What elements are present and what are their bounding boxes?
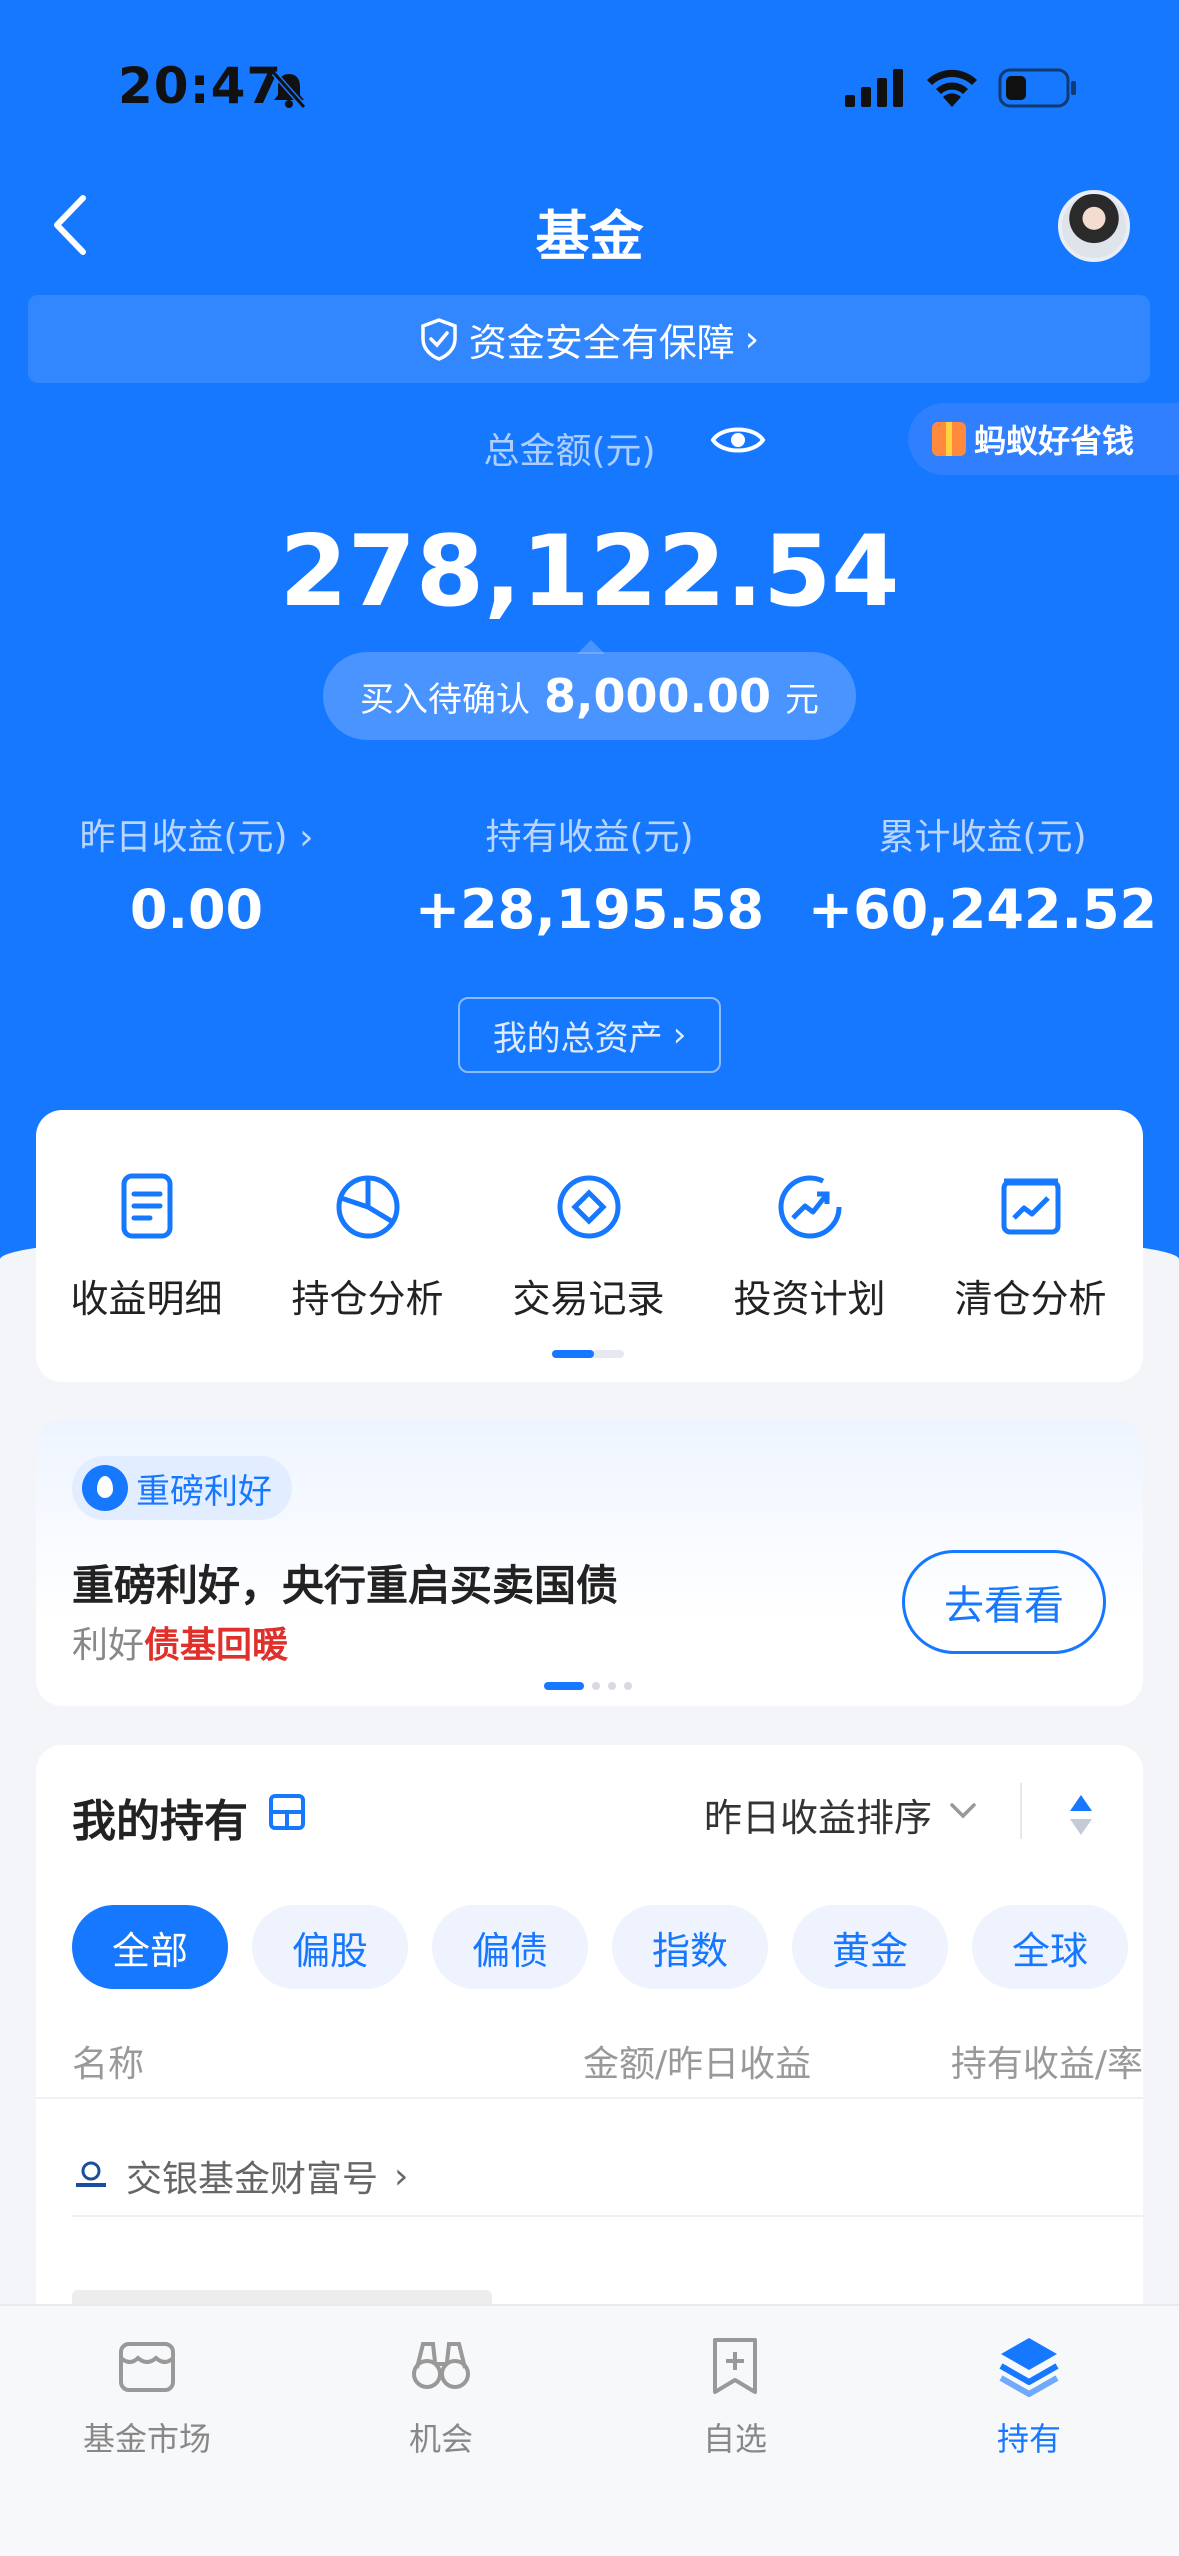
tab-holdings[interactable]: 持有 [882, 2330, 1176, 2460]
stat-value: +28,195.58 [414, 878, 765, 941]
holdings-title: 我的持有 [72, 1796, 248, 1847]
divider [72, 2215, 1143, 2217]
news-title: 重磅利好，央行重启买卖国债 [72, 1561, 619, 1610]
column-amount: 金额/昨日收益 [583, 2044, 812, 2085]
chip-bond[interactable]: 偏债 [432, 1905, 588, 1989]
pending-label: 买入待确认 [360, 679, 530, 720]
tab-label: 基金市场 [82, 2420, 211, 2458]
document-icon [121, 1173, 172, 1239]
news-tag: 重磅利好 [72, 1456, 292, 1520]
func-investment-plan[interactable]: 投资计划 [699, 1170, 920, 1323]
func-label: 清仓分析 [954, 1277, 1107, 1321]
filter-chips: 全部 偏股 偏债 指数 黄金 全球 [72, 1905, 1143, 1991]
stat-label: 昨日收益(元) [79, 817, 288, 858]
avatar[interactable] [1058, 190, 1130, 262]
news-highlight: 债基回暖 [144, 1625, 289, 1666]
news-tag-label: 重磅利好 [136, 1471, 272, 1512]
company-label: 交银基金财富号 [126, 2159, 379, 2200]
tab-label: 自选 [702, 2420, 767, 2458]
market-icon [119, 2342, 175, 2392]
column-return: 持有收益/率 [950, 2044, 1143, 2085]
shield-check-icon [421, 318, 457, 361]
chip-equity[interactable]: 偏股 [252, 1905, 408, 1989]
status-bar: 20:47 [0, 55, 1179, 125]
function-page-indicator [552, 1350, 624, 1358]
pie-chart-icon [336, 1175, 399, 1239]
bookmark-plus-icon [713, 2338, 757, 2394]
news-card[interactable]: 重磅利好 重磅利好，央行重启买卖国债 利好债基回暖 去看看 [36, 1420, 1143, 1706]
column-name: 名称 [72, 2044, 145, 2085]
flame-icon [82, 1465, 128, 1511]
safety-banner[interactable]: 资金安全有保障 › [28, 295, 1150, 383]
tab-bar: 基金市场 机会 自选 持有 [0, 2304, 1179, 2556]
binoculars-icon [412, 2342, 470, 2389]
total-amount: 278,122.54 [279, 515, 900, 629]
news-view-button[interactable]: 去看看 [902, 1550, 1106, 1654]
stat-cumulative: 累计收益(元) +60,242.52 [786, 808, 1179, 941]
func-label: 收益明细 [70, 1277, 223, 1321]
promo-label: 蚂蚁好省钱 [974, 422, 1135, 460]
tab-label: 持有 [996, 2420, 1061, 2458]
stat-value: +60,242.52 [807, 878, 1158, 941]
chevron-right-icon: › [744, 318, 760, 360]
func-transactions[interactable]: 交易记录 [478, 1170, 699, 1323]
sort-dropdown[interactable]: 昨日收益排序 [704, 1787, 932, 1842]
news-subtitle: 利好债基回暖 [72, 1625, 289, 1666]
signal-icon [845, 69, 903, 107]
total-assets-button[interactable]: 我的总资产 › [458, 997, 721, 1073]
pending-unit: 元 [785, 679, 819, 720]
func-label: 持仓分析 [291, 1277, 444, 1321]
divider [36, 2097, 1143, 2099]
stat-value: 0.00 [129, 878, 264, 941]
bocom-logo-icon [76, 2161, 106, 2187]
page-title: 基金 [535, 205, 644, 268]
function-card: 收益明细 持仓分析 交易记录 投资计划 清仓分析 [36, 1110, 1143, 1382]
eye-icon[interactable] [710, 420, 766, 460]
chevron-right-icon: › [299, 817, 314, 858]
wifi-icon [927, 69, 977, 107]
gift-icon [932, 422, 966, 456]
status-time: 20:47 [118, 57, 283, 115]
chip-global[interactable]: 全球 [972, 1905, 1128, 1989]
stat-holding: 持有收益(元) +28,195.58 [393, 808, 786, 941]
news-page-indicator [544, 1682, 632, 1690]
pending-amount: 8,000.00 [544, 669, 771, 723]
header-background [0, 0, 1179, 1266]
layers-icon [999, 2338, 1059, 2397]
stat-label: 累计收益(元) [878, 817, 1087, 858]
transaction-icon [557, 1175, 620, 1239]
func-liquidation-analysis[interactable]: 清仓分析 [920, 1170, 1141, 1323]
tab-opportunity[interactable]: 机会 [294, 2330, 588, 2460]
tab-fund-market[interactable]: 基金市场 [0, 2330, 294, 2460]
stat-label: 持有收益(元) [485, 817, 694, 858]
chevron-right-icon: › [394, 2155, 409, 2197]
chip-index[interactable]: 指数 [612, 1905, 768, 1989]
chevron-down-icon [950, 1803, 976, 1819]
tab-label: 机会 [408, 2420, 473, 2458]
func-label: 交易记录 [512, 1277, 665, 1321]
func-label: 投资计划 [733, 1277, 886, 1321]
fund-company-link[interactable]: 交银基金财富号 › [72, 2150, 408, 2202]
chip-all[interactable]: 全部 [72, 1905, 228, 1989]
safety-label: 资金安全有保障 [468, 320, 735, 365]
chip-gold[interactable]: 黄金 [792, 1905, 948, 1989]
grid-icon[interactable] [268, 1793, 306, 1831]
chart-box-icon [1001, 1178, 1060, 1235]
trend-up-icon [778, 1175, 841, 1239]
battery-icon [998, 68, 1076, 108]
chevron-right-icon: › [672, 1015, 687, 1055]
sort-order-icon[interactable] [1068, 1793, 1094, 1837]
sort-divider [1020, 1783, 1022, 1839]
total-assets-label: 我的总资产 [492, 1018, 663, 1059]
bell-muted-icon [271, 71, 307, 109]
func-income-detail[interactable]: 收益明细 [36, 1170, 257, 1323]
promo-badge[interactable]: 蚂蚁好省钱 [908, 403, 1179, 475]
stat-yesterday[interactable]: 昨日收益(元) › 0.00 [0, 808, 393, 941]
pending-purchase-pill[interactable]: 买入待确认 8,000.00 元 [323, 652, 856, 740]
func-position-analysis[interactable]: 持仓分析 [257, 1170, 478, 1323]
tab-watchlist[interactable]: 自选 [588, 2330, 882, 2460]
